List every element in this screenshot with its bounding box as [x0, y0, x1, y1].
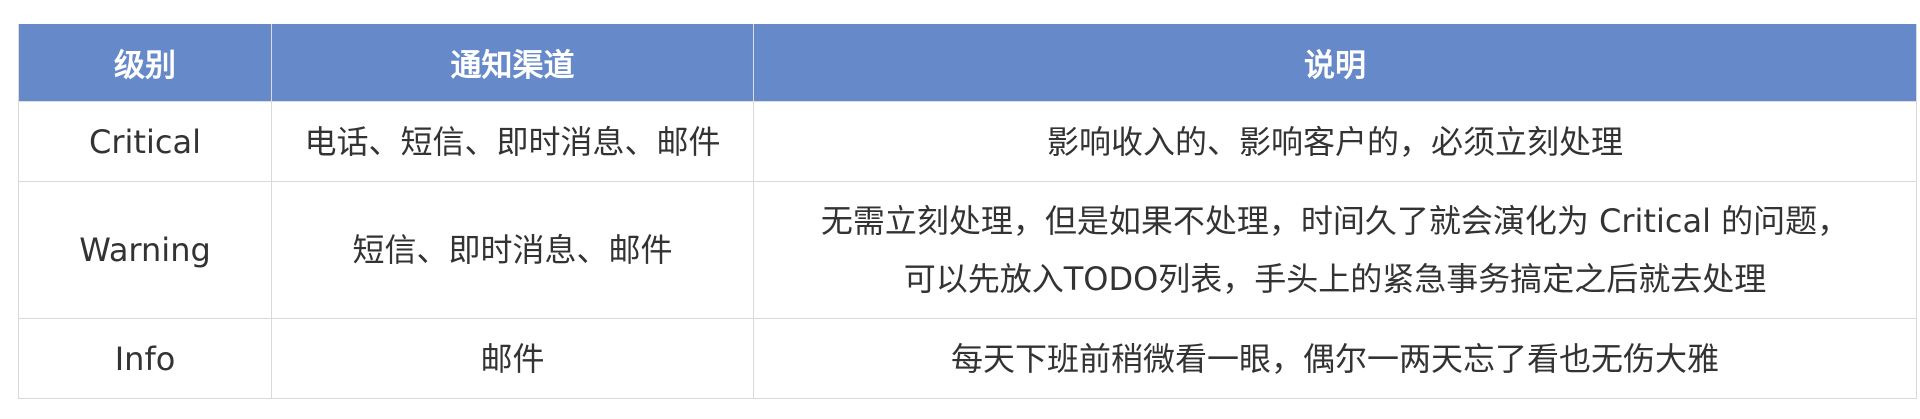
level-cell: Warning — [18, 181, 272, 319]
channels-cell: 电话、短信、即时消息、邮件 — [271, 101, 754, 182]
level-cell: Critical — [18, 101, 272, 182]
channels-cell: 邮件 — [271, 318, 754, 399]
alert-level-table: 级别 通知渠道 说明 Critical 电话、短信、即时消息、邮件 影响收入的、… — [18, 24, 1917, 399]
header-description: 说明 — [753, 24, 1917, 102]
description-cell: 无需立刻处理，但是如果不处理，时间久了就会演化为 Critical 的问题， 可… — [753, 181, 1917, 319]
description-line: 影响收入的、影响客户的，必须立刻处理 — [1046, 122, 1623, 161]
level-cell: Info — [18, 318, 272, 399]
channels-cell: 短信、即时消息、邮件 — [271, 181, 754, 319]
table-row: Info 邮件 每天下班前稍微看一眼，偶尔一两天忘了看也无伤大雅 — [18, 318, 1917, 399]
table-row: Critical 电话、短信、即时消息、邮件 影响收入的、影响客户的，必须立刻处… — [18, 101, 1917, 182]
description-line: 可以先放入TODO列表，手头上的紧急事务搞定之后就去处理 — [903, 260, 1767, 298]
description-cell: 影响收入的、影响客户的，必须立刻处理 — [753, 101, 1917, 182]
alert-level-table-container: 级别 通知渠道 说明 Critical 电话、短信、即时消息、邮件 影响收入的、… — [18, 24, 1917, 399]
table-row: Warning 短信、即时消息、邮件 无需立刻处理，但是如果不处理，时间久了就会… — [18, 181, 1917, 319]
header-channels: 通知渠道 — [271, 24, 754, 102]
description-line: 每天下班前稍微看一眼，偶尔一两天忘了看也无伤大雅 — [950, 339, 1719, 378]
header-row: 级别 通知渠道 说明 — [18, 24, 1917, 102]
table-header: 级别 通知渠道 说明 — [18, 24, 1917, 102]
header-level: 级别 — [18, 24, 272, 102]
table-body: Critical 电话、短信、即时消息、邮件 影响收入的、影响客户的，必须立刻处… — [18, 101, 1917, 399]
description-line: 无需立刻处理，但是如果不处理，时间久了就会演化为 Critical 的问题， — [820, 202, 1850, 240]
description-cell: 每天下班前稍微看一眼，偶尔一两天忘了看也无伤大雅 — [753, 318, 1917, 399]
